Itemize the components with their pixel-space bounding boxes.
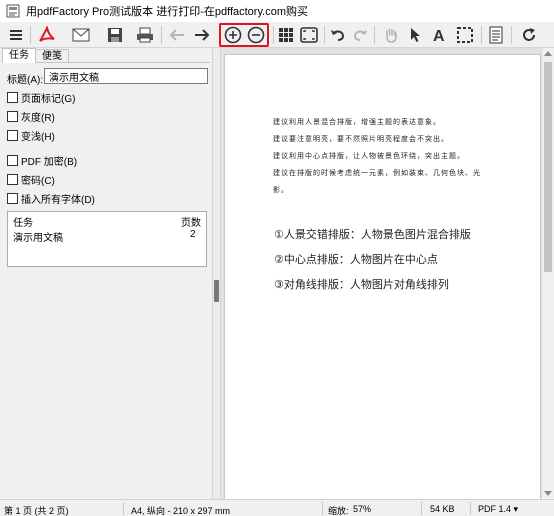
document-info-icon[interactable]: [485, 25, 507, 45]
undo-icon[interactable]: [327, 25, 349, 45]
mail-icon[interactable]: [70, 25, 92, 45]
text-tool-icon[interactable]: A: [428, 25, 450, 45]
title-bar: 用pdfFactory Pro测试版本 进行打印-在pdffactory.com…: [0, 0, 554, 22]
checkbox-label: 变浅(H): [21, 132, 55, 143]
checkbox-label: 页面标记(G): [21, 94, 76, 105]
scroll-thumb[interactable]: [544, 62, 552, 272]
svg-text:A: A: [433, 28, 445, 43]
zoom-out-icon[interactable]: [245, 25, 267, 45]
checkbox-label: 插入所有字体(D): [21, 195, 95, 206]
hand-tool-icon[interactable]: [380, 25, 402, 45]
status-zoom-label: 缩放:: [328, 506, 349, 516]
body-text-line: 影。: [273, 187, 289, 194]
fit-page-icon[interactable]: [298, 25, 320, 45]
body-text-line: 建议利用人景混合排版，增强主题的表达意象。: [273, 119, 441, 126]
task-name: 演示用文稿: [13, 233, 63, 244]
checkbox-box[interactable]: [7, 111, 18, 122]
title-label: 标题(A):: [7, 75, 44, 86]
table-row[interactable]: 演示用文稿 2: [8, 227, 206, 244]
task-pages: 2: [190, 229, 196, 240]
zoom-in-icon[interactable]: [222, 25, 244, 45]
checkbox-page-marks[interactable]: 页面标记(G): [7, 90, 75, 105]
marquee-select-icon[interactable]: [454, 25, 476, 45]
toolbar: A: [0, 22, 554, 48]
status-page: 第 1 页 (共 2 页): [4, 506, 69, 516]
save-icon[interactable]: [104, 25, 126, 45]
task-table: 任务 页数 演示用文稿 2: [7, 211, 207, 267]
status-bar: 第 1 页 (共 2 页) A4, 纵向 - 210 x 297 mm 缩放: …: [0, 499, 554, 516]
select-arrow-icon[interactable]: [404, 25, 426, 45]
document-viewer[interactable]: 建议利用人景混合排版，增强主题的表达意象。 建议要注意明亮，要不然照片明亮程度会…: [221, 48, 554, 514]
window-title: 用pdfFactory Pro测试版本 进行打印-在pdffactory.com…: [26, 6, 308, 18]
collapse-handle[interactable]: [214, 280, 219, 302]
document-page: 建议利用人景混合排版，增强主题的表达意象。 建议要注意明亮，要不然照片明亮程度会…: [224, 54, 541, 514]
vertical-scrollbar[interactable]: [541, 48, 554, 499]
body-text-line: 建议要注意明亮，要不然照片明亮程度会不突出。: [273, 136, 449, 143]
checkbox-box[interactable]: [7, 130, 18, 141]
heading-line: ②中心点排版：人物图片在中心点: [274, 254, 438, 266]
tab-notes[interactable]: 便笺: [35, 49, 69, 63]
checkbox-embed-fonts[interactable]: 插入所有字体(D): [7, 191, 95, 206]
redo-icon[interactable]: [349, 25, 371, 45]
forward-arrow-icon[interactable]: [191, 25, 213, 45]
app-icon: [6, 4, 20, 18]
pdf-icon[interactable]: [36, 25, 58, 45]
scroll-up-icon[interactable]: [544, 51, 552, 56]
scroll-down-icon[interactable]: [544, 491, 552, 496]
left-panel: 任务 便笺 标题(A): 页面标记(G) 灰度(R) 变浅(H) PDF 加密(…: [0, 48, 212, 499]
menu-icon[interactable]: [5, 25, 27, 45]
checkbox-label: 灰度(R): [21, 113, 55, 124]
tab-tasks[interactable]: 任务: [2, 48, 36, 63]
panel-tabs: 任务 便笺: [2, 48, 69, 63]
checkbox-label: 密码(C): [21, 176, 55, 187]
tasks-panel: 标题(A): 页面标记(G) 灰度(R) 变浅(H) PDF 加密(B) 密码(…: [2, 62, 210, 498]
checkbox-box[interactable]: [7, 155, 18, 166]
thumbnails-icon[interactable]: [275, 25, 297, 45]
checkbox-grayscale[interactable]: 灰度(R): [7, 109, 55, 124]
back-arrow-icon[interactable]: [166, 25, 188, 45]
checkbox-box[interactable]: [7, 174, 18, 185]
refresh-icon[interactable]: [518, 25, 540, 45]
checkbox-password[interactable]: 密码(C): [7, 172, 55, 187]
checkbox-label: PDF 加密(B): [21, 157, 78, 168]
checkbox-box[interactable]: [7, 193, 18, 204]
task-table-header: 任务 页数: [8, 212, 206, 229]
panel-splitter[interactable]: [212, 48, 221, 499]
checkbox-box[interactable]: [7, 92, 18, 103]
status-file-size: 54 KB: [430, 504, 455, 514]
heading-line: ①人景交错排版：人物景色图片混合排版: [274, 229, 471, 241]
body-text-line: 建议利用中心点排版，让人物被景色环绕，突出主题。: [273, 153, 465, 160]
body-text-line: 建议在排版的时候考虑统一元素，例如装束、几何色块、光: [273, 170, 481, 177]
pdf-version-dropdown[interactable]: PDF 1.4 ▾: [478, 504, 518, 515]
checkbox-lighten[interactable]: 变浅(H): [7, 128, 55, 143]
checkbox-pdf-encryption[interactable]: PDF 加密(B): [7, 153, 77, 168]
print-icon[interactable]: [134, 25, 156, 45]
title-input[interactable]: [44, 68, 208, 84]
status-zoom-value: 57%: [353, 504, 372, 514]
heading-line: ③对角线排版：人物图片对角线排列: [274, 279, 449, 291]
status-paper-size: A4, 纵向 - 210 x 297 mm: [131, 506, 231, 516]
